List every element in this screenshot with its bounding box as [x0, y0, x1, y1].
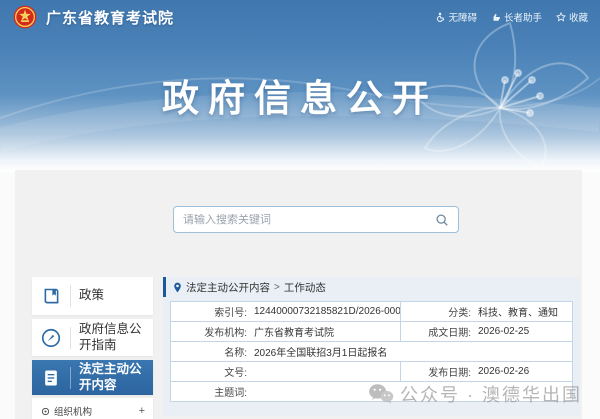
table-row: 索引号: 12440000732185821D/2026-00040 分类: 科… [170, 301, 573, 322]
sidebar-subitem-label: 组织机构 [54, 407, 93, 418]
banner: 广东省教育考试院 无障碍 长者助手 收藏 政府信息公开 [0, 0, 600, 172]
document-icon [32, 368, 70, 388]
detail-table: 索引号: 12440000732185821D/2026-00040 分类: 科… [170, 301, 573, 402]
index-label: 索引号: [214, 308, 247, 319]
accessibility-icon [437, 12, 445, 22]
sidebar-item-policy[interactable]: 政策 [32, 277, 153, 315]
breadcrumb-item-1[interactable]: 法定主动公开内容 [186, 280, 270, 295]
elder-assistant-icon [493, 13, 501, 21]
topbar-links: 无障碍 长者助手 收藏 [435, 10, 588, 24]
elder-assistant-link[interactable]: 长者助手 [491, 10, 542, 24]
national-emblem-icon [13, 5, 37, 29]
accessibility-link[interactable]: 无障碍 [435, 10, 477, 24]
sidebar-item-label: 政府信息公开指南 [79, 321, 142, 352]
favorite-label: 收藏 [568, 13, 588, 24]
page-title: 政府信息公开 [162, 78, 438, 119]
publisher-value: 广东省教育考试院 [254, 328, 334, 339]
write-date-value: 2026-02-25 [478, 326, 530, 337]
sidebar-item-guide[interactable]: 政府信息公开指南 [32, 319, 153, 356]
star-icon [555, 12, 566, 22]
compass-icon [32, 327, 70, 349]
accessibility-label: 无障碍 [448, 13, 477, 24]
sidebar-item-statutory-disclosure[interactable]: 法定主动公开内容 [32, 360, 153, 395]
expand-icon[interactable]: + [139, 405, 145, 417]
book-icon [32, 286, 70, 307]
location-pin-icon [174, 282, 181, 292]
breadcrumb: 法定主动公开内容 > 工作动态 [163, 277, 580, 297]
publish-date-label: 发布日期: [428, 368, 471, 379]
breadcrumb-item-2[interactable]: 工作动态 [284, 280, 326, 295]
breadcrumb-separator: > [274, 281, 280, 293]
table-row: 发布机构: 广东省教育考试院 成文日期: 2026-02-25 [170, 321, 573, 342]
sidebar: 政策 政府信息公开指南 法定主动公开内容 组织机构 + [32, 277, 153, 419]
name-label: 名称: [224, 348, 247, 359]
index-value: 12440000732185821D/2026-00040 [254, 306, 401, 317]
search-box [173, 206, 459, 233]
publisher-label: 发布机构: [204, 328, 247, 339]
table-row: 文号: 发布日期: 2026-02-26 [170, 361, 573, 382]
write-date-label: 成文日期: [428, 328, 471, 339]
sidebar-item-label: 政策 [79, 288, 105, 303]
search-input[interactable] [183, 213, 434, 226]
org-structure-icon [41, 407, 50, 415]
table-row: 名称: 2026年全国联招3月1日起报名 [170, 341, 573, 362]
keywords-label: 主题词: [214, 388, 247, 399]
table-row: 主题词: [170, 381, 573, 402]
sidebar-item-label: 法定主动公开内容 [79, 361, 142, 392]
name-value: 2026年全国联招3月1日起报名 [254, 348, 388, 359]
search-icon [435, 213, 448, 226]
sidebar-subitem-organization[interactable]: 组织机构 + [32, 398, 153, 419]
favorite-link[interactable]: 收藏 [555, 10, 588, 24]
main-panel: 法定主动公开内容 > 工作动态 索引号: 12440000732185821D/… [163, 277, 580, 416]
search-button[interactable] [434, 212, 449, 227]
top-bar: 广东省教育考试院 无障碍 长者助手 收藏 [0, 0, 600, 34]
elder-assistant-label: 长者助手 [503, 13, 542, 24]
category-label: 分类: [448, 308, 471, 319]
publish-date-value: 2026-02-26 [478, 366, 530, 377]
page: 广东省教育考试院 无障碍 长者助手 收藏 政府信息公开 请输入搜索关键词 政策 … [0, 0, 600, 419]
site-title[interactable]: 广东省教育考试院 [46, 7, 174, 28]
doc-no-label: 文号: [224, 368, 247, 379]
category-value: 科技、教育、通知 [478, 308, 558, 319]
